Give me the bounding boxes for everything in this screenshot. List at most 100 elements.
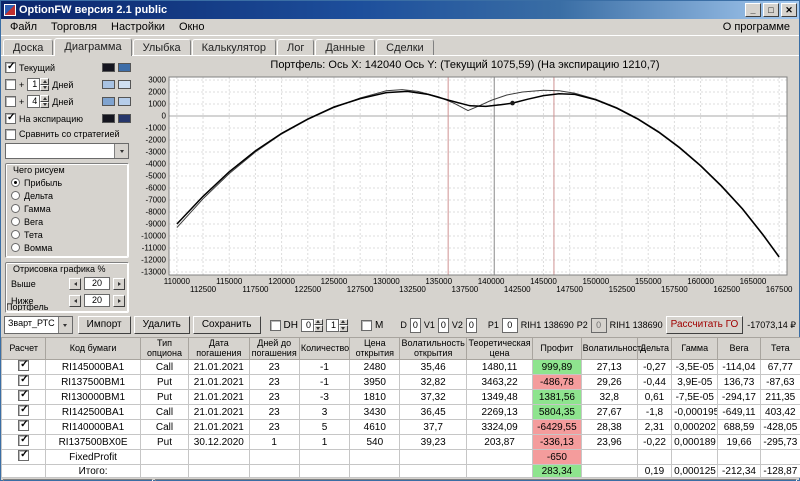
row-checkbox[interactable]: [18, 360, 30, 371]
cell-gamma: 0,000202: [671, 419, 719, 435]
svg-text:-9000: -9000: [146, 220, 167, 229]
current-checkbox[interactable]: [5, 61, 16, 73]
row-checkbox[interactable]: [18, 405, 30, 416]
radio-icon[interactable]: [11, 230, 20, 239]
m-checkbox[interactable]: [360, 319, 372, 331]
delete-button[interactable]: Удалить: [133, 316, 190, 334]
menu-item-Окно[interactable]: Окно: [172, 20, 212, 34]
above-value[interactable]: 20: [84, 277, 110, 290]
radio-Тета[interactable]: Тета: [11, 228, 125, 241]
dh-stepper-2-value[interactable]: 1: [325, 318, 339, 332]
radio-icon[interactable]: [11, 204, 20, 213]
radio-Дельта[interactable]: Дельта: [11, 189, 125, 202]
radio-Вега[interactable]: Вега: [11, 215, 125, 228]
days-2-value[interactable]: 4: [27, 95, 41, 108]
radio-Прибыль[interactable]: Прибыль: [11, 176, 125, 189]
radio-icon[interactable]: [11, 178, 20, 187]
days-2-down-icon[interactable]: [40, 101, 50, 108]
row-checkbox[interactable]: [18, 435, 30, 446]
dh2-down-icon[interactable]: [338, 325, 348, 332]
tab-Калькулятор[interactable]: Калькулятор: [191, 39, 277, 55]
v1-field[interactable]: 0: [437, 317, 449, 333]
svg-text:-6000: -6000: [146, 184, 167, 193]
cell-open_vol: 32,82: [399, 374, 467, 390]
days-1-color-swatch-2[interactable]: [118, 80, 131, 89]
svg-text:-7000: -7000: [146, 196, 167, 205]
titlebar[interactable]: OptionFW версия 2.1 public _ □ ✕: [1, 1, 799, 19]
below-decrease-icon[interactable]: [69, 294, 81, 307]
cell-vol: 27,13: [580, 359, 638, 375]
menu-item-about[interactable]: О программе: [716, 20, 797, 34]
portfolio-select[interactable]: Зварт_РТС: [4, 316, 73, 334]
radio-icon[interactable]: [11, 217, 20, 226]
above-increase-icon[interactable]: [113, 277, 125, 290]
cell-vol: 29,26: [580, 374, 638, 390]
v1-label: V1: [423, 320, 435, 330]
tab-Лог[interactable]: Лог: [277, 39, 315, 55]
radio-icon[interactable]: [11, 191, 20, 200]
strategy-select[interactable]: [5, 143, 129, 159]
expiration-checkbox[interactable]: [5, 112, 16, 124]
days-1-value[interactable]: 1: [27, 78, 41, 91]
dh1-down-icon[interactable]: [313, 325, 323, 332]
radio-Вомма[interactable]: Вомма: [11, 241, 125, 254]
d-field[interactable]: 0: [409, 317, 421, 333]
days-1-color-swatch-1[interactable]: [102, 80, 115, 89]
chevron-down-icon[interactable]: [57, 317, 72, 333]
dh-stepper-1[interactable]: 0: [300, 318, 323, 332]
cell-code: RI142500BA1: [45, 404, 141, 420]
positions-table: Расчет Код бумаги Тип опциона Дата погашени…: [0, 337, 800, 478]
maximize-button[interactable]: □: [763, 3, 779, 17]
plus-days-1-checkbox[interactable]: [5, 79, 16, 90]
days-1-down-icon[interactable]: [40, 84, 50, 91]
below-value[interactable]: 20: [84, 294, 110, 307]
below-increase-icon[interactable]: [113, 294, 125, 307]
radio-icon[interactable]: [11, 243, 20, 252]
svg-text:-4000: -4000: [146, 160, 167, 169]
row-checkbox[interactable]: [18, 390, 30, 401]
calc-go-button[interactable]: Рассчитать ГО: [665, 316, 744, 334]
menu-item-Файл[interactable]: Файл: [3, 20, 44, 34]
d-label: D: [400, 320, 407, 330]
dh-checkbox[interactable]: [269, 319, 281, 331]
tab-Диаграмма[interactable]: Диаграмма: [54, 38, 132, 56]
calc-cell: [0, 359, 47, 375]
tab-Улыбка[interactable]: Улыбка: [132, 39, 191, 55]
compare-strategy-checkbox[interactable]: [5, 128, 16, 140]
current-color-swatch-1[interactable]: [102, 63, 115, 72]
column-header: Цена открытия: [349, 337, 401, 360]
dh-stepper-2[interactable]: 1: [325, 318, 348, 332]
radio-Гамма[interactable]: Гамма: [11, 202, 125, 215]
chevron-down-icon[interactable]: [114, 144, 128, 158]
p1-field[interactable]: 0: [501, 317, 518, 333]
menu-item-Торговля[interactable]: Торговля: [44, 20, 104, 34]
minimize-button[interactable]: _: [745, 3, 761, 17]
expiration-color-swatch-2[interactable]: [118, 114, 131, 123]
payoff-chart[interactable]: 3000 2000 1000 0 -1000 -2000 -3000 -4000 -5000 -6…: [133, 73, 797, 297]
days-2-color-swatch-1[interactable]: [102, 97, 115, 106]
plus-days-2-checkbox[interactable]: [5, 96, 16, 107]
menu-item-Настройки[interactable]: Настройки: [104, 20, 172, 34]
tab-Данные[interactable]: Данные: [315, 39, 376, 55]
radio-label: Вомма: [24, 242, 53, 253]
row-checkbox[interactable]: [18, 420, 30, 431]
row-checkbox[interactable]: [18, 375, 30, 386]
expiration-color-swatch-1[interactable]: [102, 114, 115, 123]
cell-vega: -114,04: [717, 359, 761, 375]
current-color-swatch-2[interactable]: [118, 63, 131, 72]
table-header-row: Расчет Код бумаги Тип опциона Дата погашени…: [0, 337, 800, 360]
dh-stepper-1-value[interactable]: 0: [300, 318, 314, 332]
import-button[interactable]: Импорт: [77, 316, 131, 334]
row-checkbox[interactable]: [18, 450, 30, 461]
v2-field[interactable]: 0: [465, 317, 477, 333]
close-button[interactable]: ✕: [781, 3, 797, 17]
tab-Доска[interactable]: Доска: [3, 39, 54, 55]
tab-Сделки[interactable]: Сделки: [376, 39, 434, 55]
cell-type: Call: [139, 419, 190, 435]
days-2-stepper[interactable]: 4: [27, 95, 50, 108]
days-2-color-swatch-2[interactable]: [118, 97, 131, 106]
days-1-stepper[interactable]: 1: [27, 78, 50, 91]
chart-settings-panel: Текущий + 1 Дней + 4 Дней: [1, 56, 133, 313]
above-decrease-icon[interactable]: [69, 277, 81, 290]
save-button[interactable]: Сохранить: [192, 316, 261, 334]
